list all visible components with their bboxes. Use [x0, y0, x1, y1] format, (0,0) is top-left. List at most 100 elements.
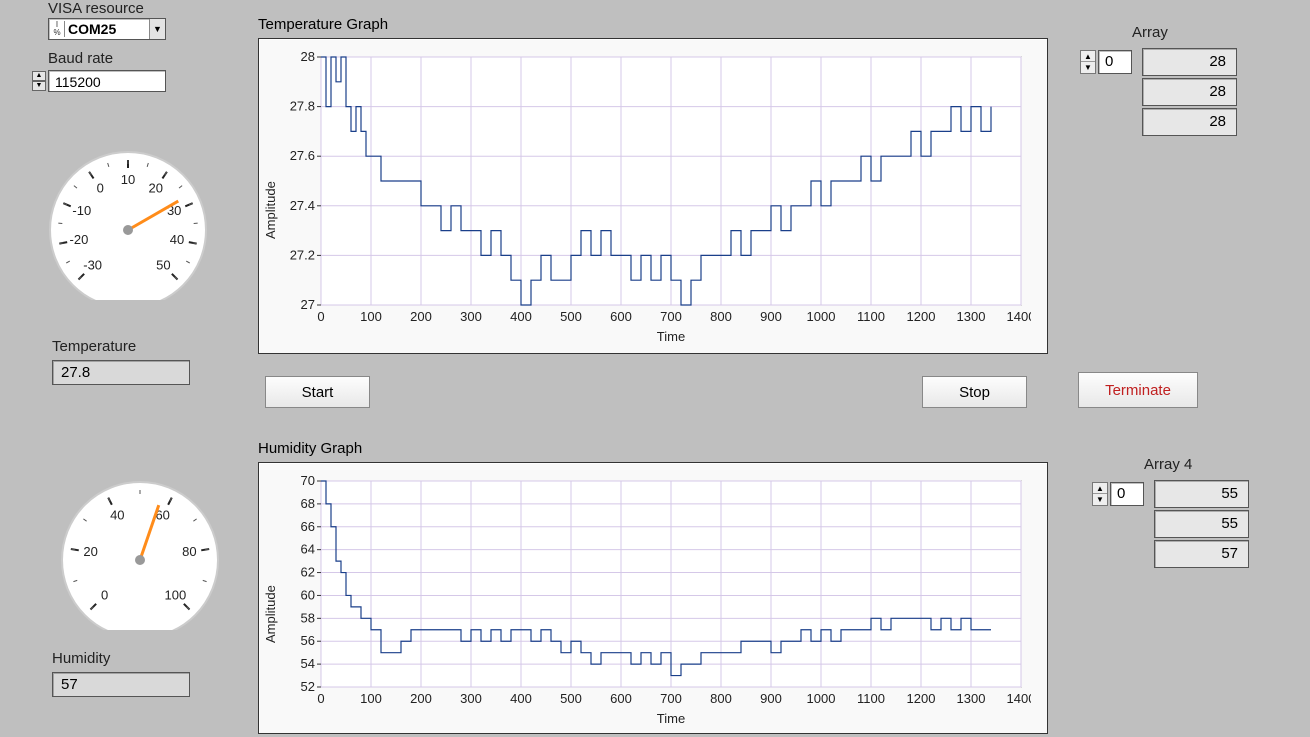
temperature-graph-title: Temperature Graph	[258, 16, 388, 33]
svg-text:1000: 1000	[807, 309, 836, 324]
svg-text:20: 20	[83, 544, 97, 559]
stop-button[interactable]: Stop	[922, 376, 1027, 408]
array4-cell: 55	[1154, 510, 1249, 538]
svg-text:700: 700	[660, 309, 682, 324]
svg-text:100: 100	[360, 309, 382, 324]
svg-text:Time: Time	[657, 711, 685, 726]
chevron-down-icon[interactable]: ▼	[149, 19, 165, 39]
visa-resource-label: VISA resource	[48, 0, 144, 17]
svg-text:27.8: 27.8	[290, 99, 315, 114]
svg-text:27.6: 27.6	[290, 148, 315, 163]
svg-text:58: 58	[301, 610, 315, 625]
svg-text:20: 20	[149, 180, 163, 195]
terminate-button[interactable]: Terminate	[1078, 372, 1198, 408]
svg-text:500: 500	[560, 691, 582, 706]
humidity-readout: 57	[52, 672, 190, 697]
svg-text:0: 0	[317, 309, 324, 324]
io-icon: I%	[53, 21, 65, 37]
svg-text:1300: 1300	[957, 309, 986, 324]
array-cell: 28	[1142, 78, 1237, 106]
temperature-graph-ylabel: Amplitude	[263, 181, 278, 239]
humidity-label: Humidity	[52, 650, 110, 667]
svg-text:200: 200	[410, 691, 432, 706]
svg-text:800: 800	[710, 691, 732, 706]
spin-up-icon[interactable]: ▲	[32, 71, 46, 81]
array-label: Array	[1132, 24, 1168, 41]
svg-text:52: 52	[301, 679, 315, 694]
svg-text:40: 40	[110, 507, 124, 522]
svg-text:66: 66	[301, 519, 315, 534]
svg-text:27: 27	[301, 297, 315, 312]
svg-text:54: 54	[301, 656, 315, 671]
start-button[interactable]: Start	[265, 376, 370, 408]
array-cell: 28	[1142, 48, 1237, 76]
svg-text:28: 28	[301, 51, 315, 64]
spin-up-icon[interactable]: ▲	[1093, 483, 1107, 494]
svg-text:50: 50	[156, 257, 170, 272]
svg-text:-30: -30	[83, 257, 102, 272]
visa-resource-dropdown[interactable]: I% COM25 ▼	[48, 18, 166, 40]
humidity-graph-ylabel: Amplitude	[263, 585, 278, 643]
svg-text:300: 300	[460, 691, 482, 706]
humidity-gauge: 020406080100	[60, 470, 220, 630]
svg-text:300: 300	[460, 309, 482, 324]
svg-text:Time: Time	[657, 329, 685, 344]
temperature-graph: Amplitude 0 100 200 300 400 500 600 700 800 900 10…	[258, 38, 1048, 354]
svg-text:1100: 1100	[857, 309, 885, 324]
temperature-label: Temperature	[52, 338, 136, 355]
spin-down-icon[interactable]: ▼	[32, 81, 46, 91]
svg-text:100: 100	[165, 587, 187, 602]
temperature-gauge: -30-20-1001020304050	[48, 140, 208, 300]
baud-rate-spinner[interactable]: ▲ ▼	[32, 71, 46, 91]
svg-text:400: 400	[510, 691, 532, 706]
array4-index-spinner[interactable]: ▲ ▼	[1092, 482, 1108, 506]
baud-rate-label: Baud rate	[48, 50, 113, 67]
baud-rate-input[interactable]: 115200	[48, 70, 166, 92]
spin-down-icon[interactable]: ▼	[1081, 62, 1095, 73]
svg-text:27.2: 27.2	[290, 247, 315, 262]
svg-text:10: 10	[121, 172, 135, 187]
svg-text:70: 70	[301, 475, 315, 488]
svg-text:800: 800	[710, 309, 732, 324]
svg-text:1100: 1100	[857, 691, 885, 706]
svg-text:27.4: 27.4	[290, 198, 315, 213]
svg-text:600: 600	[610, 691, 632, 706]
svg-text:1300: 1300	[957, 691, 986, 706]
svg-text:64: 64	[301, 542, 315, 557]
svg-text:40: 40	[170, 232, 184, 247]
array-index-input[interactable]: 0	[1098, 50, 1132, 74]
array4-index-input[interactable]: 0	[1110, 482, 1144, 506]
array4-cell: 55	[1154, 480, 1249, 508]
svg-text:200: 200	[410, 309, 432, 324]
svg-text:56: 56	[301, 633, 315, 648]
spin-down-icon[interactable]: ▼	[1093, 494, 1107, 505]
svg-text:1400: 1400	[1007, 309, 1031, 324]
svg-text:1400: 1400	[1007, 691, 1031, 706]
svg-text:-10: -10	[72, 203, 91, 218]
svg-text:900: 900	[760, 309, 782, 324]
array4-cell: 57	[1154, 540, 1249, 568]
array-cell: 28	[1142, 108, 1237, 136]
svg-text:0: 0	[101, 587, 108, 602]
svg-text:500: 500	[560, 309, 582, 324]
temperature-readout: 27.8	[52, 360, 190, 385]
svg-text:0: 0	[317, 691, 324, 706]
svg-text:-20: -20	[70, 232, 89, 247]
svg-text:62: 62	[301, 565, 315, 580]
array4-label: Array 4	[1144, 456, 1192, 473]
svg-text:100: 100	[360, 691, 382, 706]
svg-text:1200: 1200	[907, 309, 936, 324]
svg-text:80: 80	[182, 544, 196, 559]
svg-text:900: 900	[760, 691, 782, 706]
visa-resource-value: COM25	[68, 21, 149, 37]
svg-text:600: 600	[610, 309, 632, 324]
svg-text:400: 400	[510, 309, 532, 324]
svg-text:1200: 1200	[907, 691, 936, 706]
svg-text:60: 60	[301, 587, 315, 602]
humidity-graph: Amplitude 0 100 200 300 400 500 600 700 800 900 10…	[258, 462, 1048, 734]
svg-text:1000: 1000	[807, 691, 836, 706]
array-index-spinner[interactable]: ▲ ▼	[1080, 50, 1096, 74]
svg-text:700: 700	[660, 691, 682, 706]
spin-up-icon[interactable]: ▲	[1081, 51, 1095, 62]
svg-text:0: 0	[97, 180, 104, 195]
